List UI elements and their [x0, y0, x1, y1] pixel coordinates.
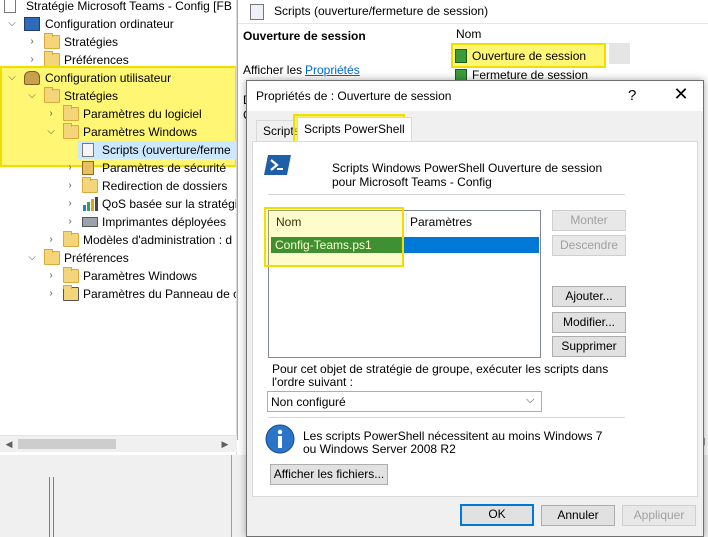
- delete-button[interactable]: Supprimer: [552, 336, 626, 357]
- highlight-box: [264, 207, 404, 267]
- info-text: Les scripts PowerShell nécessitent au mo…: [303, 429, 603, 456]
- tree-item-user-policies[interactable]: ⌵ Stratégies: [0, 87, 236, 105]
- scrollbar-thumb[interactable]: [18, 439, 116, 449]
- folder-icon: [63, 231, 79, 247]
- chevron-right-icon[interactable]: ›: [45, 231, 57, 249]
- printer-icon: [82, 217, 98, 227]
- tree-item-security-settings[interactable]: › Paramètres de sécurité: [0, 159, 236, 177]
- tree-item-control-panel[interactable]: › Paramètres du Panneau de c: [0, 285, 236, 303]
- powershell-icon: [264, 153, 292, 177]
- description-text: Scripts Windows PowerShell Ouverture de …: [332, 161, 603, 189]
- folder-icon: [63, 123, 79, 139]
- tree-root[interactable]: Stratégie Microsoft Teams - Config [FB: [0, 0, 236, 15]
- chevron-right-icon[interactable]: ›: [64, 195, 76, 213]
- script-icon: [455, 49, 467, 63]
- list-item-logon[interactable]: Ouverture de session: [454, 48, 604, 66]
- ok-button[interactable]: OK: [460, 504, 534, 526]
- tree-pane: Stratégie Microsoft Teams - Config [FB ⌵…: [0, 0, 237, 455]
- tree-item-computer-policies[interactable]: › Stratégies: [0, 33, 236, 51]
- bar-chart-icon: [82, 197, 98, 211]
- horizontal-scrollbar[interactable]: ◀ ▶: [0, 435, 237, 452]
- list-item-logoff[interactable]: Fermeture de session: [454, 68, 604, 80]
- chevron-down-icon[interactable]: ⌵: [6, 69, 18, 87]
- divider: [53, 477, 54, 537]
- scroll-right-icon[interactable]: ▶: [219, 438, 231, 450]
- dialog-titlebar: Propriétés de : Ouverture de session ? ✕: [247, 81, 703, 111]
- show-label: Afficher les: [243, 63, 303, 77]
- chevron-down-icon[interactable]: ⌵: [526, 394, 534, 407]
- folder-icon: [44, 33, 60, 49]
- tree-item-software-settings[interactable]: › Paramètres du logiciel: [0, 105, 236, 123]
- tree-item-pref-windows-settings[interactable]: › Paramètres Windows: [0, 267, 236, 285]
- column-divider: [406, 213, 407, 231]
- edit-button[interactable]: Modifier...: [552, 312, 626, 333]
- separator: [268, 417, 625, 418]
- tree-item-folder-redirection[interactable]: › Redirection de dossiers: [0, 177, 236, 195]
- tree-item-computer-config[interactable]: ⌵ Configuration ordinateur: [0, 15, 236, 33]
- computer-icon: [24, 17, 40, 31]
- chevron-right-icon[interactable]: ›: [45, 267, 57, 285]
- order-select[interactable]: Non configuré ⌵: [267, 391, 542, 412]
- apply-button[interactable]: Appliquer: [622, 505, 696, 526]
- move-up-button[interactable]: Monter: [552, 210, 626, 231]
- cancel-button[interactable]: Annuler: [541, 505, 615, 526]
- separator: [268, 194, 625, 195]
- add-button[interactable]: Ajouter...: [552, 286, 626, 307]
- script-window-icon: [250, 4, 264, 20]
- control-panel-icon: [63, 285, 79, 301]
- script-doc-icon: [82, 143, 94, 157]
- chevron-right-icon[interactable]: ›: [45, 105, 57, 123]
- properties-dialog: Propriétés de : Ouverture de session ? ✕…: [246, 80, 704, 537]
- column-header-name[interactable]: Nom: [452, 24, 630, 44]
- folder-icon: [44, 51, 60, 67]
- info-icon: [264, 423, 296, 455]
- divider: [49, 477, 50, 537]
- close-button[interactable]: ✕: [669, 84, 693, 105]
- chevron-right-icon[interactable]: ›: [64, 177, 76, 195]
- chevron-down-icon[interactable]: ⌵: [26, 249, 38, 267]
- move-down-button[interactable]: Descendre: [552, 235, 626, 256]
- properties-link[interactable]: Propriétés: [305, 63, 360, 77]
- chevron-down-icon[interactable]: ⌵: [26, 87, 38, 105]
- scroll-left-icon[interactable]: ◀: [3, 438, 15, 450]
- chevron-right-icon[interactable]: ›: [45, 285, 57, 303]
- folder-icon: [63, 105, 79, 121]
- folder-icon: [82, 177, 98, 193]
- order-label: Pour cet objet de stratégie de groupe, e…: [272, 362, 609, 389]
- divider: [231, 455, 232, 537]
- folder-icon: [44, 249, 60, 265]
- policy-doc-icon: [4, 0, 16, 13]
- chevron-down-icon[interactable]: ⌵: [6, 15, 18, 33]
- show-files-button[interactable]: Afficher les fichiers...: [270, 464, 388, 485]
- chevron-down-icon[interactable]: ⌵: [45, 123, 57, 141]
- tab-powershell-scripts[interactable]: Scripts PowerShell: [297, 117, 412, 142]
- user-icon: [24, 71, 40, 85]
- script-icon: [455, 69, 467, 80]
- column-header-parameters[interactable]: Paramètres: [410, 215, 472, 229]
- scripts-window-titlebar: Scripts (ouverture/fermeture de session): [238, 0, 708, 24]
- folder-icon: [63, 267, 79, 283]
- tree-item-printers[interactable]: › Imprimantes déployées: [0, 213, 236, 231]
- help-button[interactable]: ?: [628, 87, 636, 104]
- tree-item-scripts[interactable]: Scripts (ouverture/ferme: [78, 141, 236, 159]
- chevron-right-icon[interactable]: ›: [64, 213, 76, 231]
- tree-item-user-preferences[interactable]: ⌵ Préférences: [0, 249, 236, 267]
- tree-item-admin-templates[interactable]: › Modèles d'administration : d: [0, 231, 236, 249]
- tree-item-windows-settings[interactable]: ⌵ Paramètres Windows: [0, 123, 236, 141]
- scripts-heading: Ouverture de session: [243, 29, 366, 43]
- folder-icon: [44, 87, 60, 103]
- security-icon: [82, 161, 94, 175]
- tree-item-qos[interactable]: › QoS basée sur la stratégi: [0, 195, 236, 213]
- column-gap: [609, 44, 630, 64]
- chevron-right-icon[interactable]: ›: [26, 33, 38, 51]
- chevron-right-icon[interactable]: ›: [64, 159, 76, 177]
- tree-item-user-config[interactable]: ⌵ Configuration utilisateur: [0, 69, 236, 87]
